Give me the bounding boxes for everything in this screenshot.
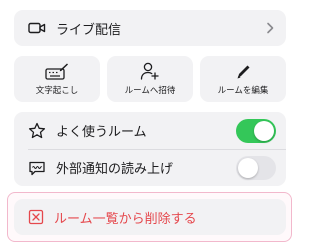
keyboard-pen-icon (45, 62, 69, 80)
add-person-icon (140, 62, 160, 80)
speech-bubble-icon (28, 159, 46, 177)
favorite-room-toggle[interactable] (236, 118, 276, 143)
delete-box-icon (28, 209, 44, 225)
remove-from-room-list-label: ルーム一覧から削除する (54, 211, 197, 227)
edit-room-button[interactable]: ルームを編集 (200, 56, 286, 102)
live-stream-label: ライブ配信 (56, 22, 122, 38)
room-menu-sheet: ライブ配信 文字起こし ルームへ招待 ルームを編集 よく使うルーム 外部通知の読… (0, 0, 300, 250)
read-notifications-toggle[interactable] (236, 155, 276, 180)
transcription-button[interactable]: 文字起こし (14, 56, 100, 102)
favorite-room-row: よく使うルーム (14, 112, 286, 149)
transcription-label: 文字起こし (35, 86, 79, 96)
edit-room-label: ルームを編集 (217, 86, 269, 96)
settings-group: よく使うルーム 外部通知の読み上げ (14, 112, 286, 186)
live-stream-row[interactable]: ライブ配信 (14, 10, 286, 46)
toggle-knob (254, 120, 274, 141)
favorite-room-label: よく使うルーム (56, 125, 147, 140)
toggle-knob (238, 157, 258, 178)
star-icon (28, 122, 46, 140)
chevron-right-icon (266, 22, 274, 34)
pencil-icon (235, 62, 251, 80)
read-notifications-label: 外部通知の読み上げ (56, 162, 174, 177)
video-camera-icon (28, 21, 46, 35)
invite-to-room-button[interactable]: ルームへ招待 (107, 56, 193, 102)
remove-from-room-list-button[interactable]: ルーム一覧から削除する (14, 199, 286, 235)
read-notifications-row: 外部通知の読み上げ (14, 149, 286, 186)
invite-to-room-label: ルームへ招待 (124, 86, 176, 96)
